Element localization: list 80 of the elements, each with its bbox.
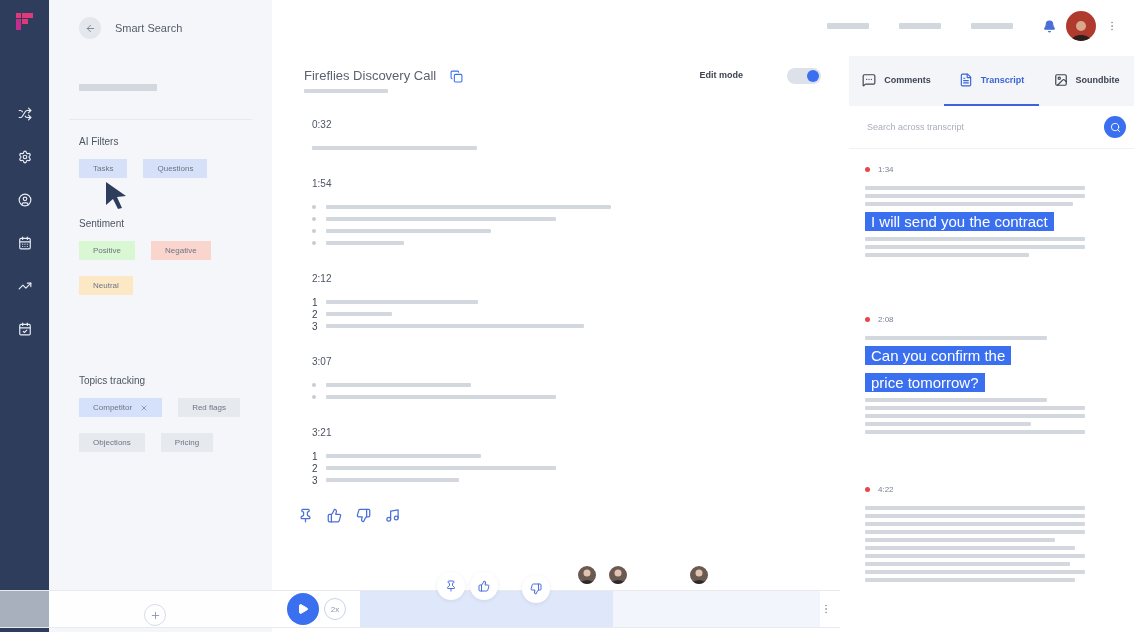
pin-icon (445, 580, 457, 592)
edit-mode-toggle[interactable] (787, 68, 821, 84)
settings-icon[interactable] (17, 149, 32, 164)
bullet-icon (312, 383, 316, 387)
plus-icon (149, 609, 161, 621)
pin-button[interactable] (437, 572, 465, 600)
timestamp: 1:54 (312, 178, 333, 189)
pin-icon[interactable] (298, 508, 313, 523)
bullet-icon (312, 217, 316, 221)
list-number: 1 (312, 296, 316, 308)
document-icon (958, 73, 973, 87)
timestamp: 3:07 (312, 356, 333, 367)
back-arrow-icon (84, 22, 96, 34)
back-button[interactable] (79, 17, 101, 39)
panel-tab[interactable]: Comments (849, 56, 944, 106)
chat-icon (862, 73, 877, 87)
section-title: AI Filters (79, 136, 120, 147)
bullet-icon (312, 395, 316, 399)
edit-mode-label: Edit mode (699, 70, 743, 80)
bullet-icon (312, 241, 316, 245)
bullet-icon (312, 205, 316, 209)
timestamp: 2:12 (312, 273, 333, 284)
thumbs-up-button[interactable] (470, 572, 498, 600)
timestamp: 0:32 (312, 119, 333, 130)
list-number: 3 (312, 320, 316, 332)
list-number: 3 (312, 474, 316, 486)
placeholder-bar (899, 23, 941, 29)
timestamp: 2:08 (878, 315, 894, 324)
play-icon (297, 603, 309, 615)
speed-button[interactable]: 2x (324, 598, 346, 620)
filter-chip[interactable]: Neutral (79, 276, 133, 295)
copy-icon[interactable] (450, 70, 464, 83)
panel-tab[interactable]: Soundbite (1039, 56, 1134, 106)
filter-chip[interactable]: Objections (79, 433, 145, 452)
thumbs-down-button[interactable] (522, 575, 550, 603)
participant-avatar (609, 566, 627, 584)
calendar-icon[interactable] (17, 235, 32, 250)
section-title: Topics tracking (79, 375, 147, 386)
highlighted-text: I will send you the contract (865, 212, 1054, 231)
placeholder-bar (827, 23, 869, 29)
filter-chip[interactable]: Red flags (178, 398, 240, 417)
user-avatar[interactable] (1066, 11, 1096, 41)
logo-icon[interactable] (14, 12, 35, 32)
search-icon (1109, 121, 1121, 133)
timestamp: 1:34 (878, 165, 894, 174)
filter-chip[interactable]: Competitor (79, 398, 163, 417)
play-button[interactable] (287, 593, 319, 625)
placeholder-bar (326, 312, 392, 316)
placeholder-bar (971, 23, 1013, 29)
filter-chip[interactable]: Positive (79, 241, 135, 260)
search-button[interactable] (1104, 116, 1126, 138)
list-number: 2 (312, 308, 316, 320)
list-number: 1 (312, 450, 316, 462)
thumbs-down-icon[interactable] (356, 508, 371, 523)
meeting-title: Fireflies Discovery Call (304, 68, 437, 83)
calendar-check-icon[interactable] (17, 321, 32, 336)
timestamp: 4:22 (878, 485, 894, 494)
music-icon[interactable] (385, 508, 400, 523)
sidebar-strip (0, 591, 49, 627)
shuffle-icon[interactable] (17, 106, 32, 121)
notification-icon[interactable] (1043, 19, 1056, 33)
section-title: Sentiment (79, 218, 126, 229)
panel-title: Smart Search (115, 22, 183, 34)
highlighted-text: price tomorrow? (865, 373, 985, 392)
timestamp: 3:21 (312, 427, 333, 438)
filter-chip[interactable]: Tasks (79, 159, 128, 178)
highlighted-text: Can you confirm the (865, 346, 1012, 365)
participant-avatar (690, 566, 708, 584)
panel-tab[interactable]: Transcript (944, 56, 1039, 106)
participant-avatar (578, 566, 596, 584)
filter-chip[interactable]: Negative (151, 241, 211, 260)
thumbs-up-icon[interactable] (327, 508, 342, 523)
filter-chip[interactable]: Pricing (160, 433, 214, 452)
bullet-icon (312, 229, 316, 233)
list-number: 2 (312, 462, 316, 474)
thumbs-up-icon (478, 580, 490, 592)
picture-frame-icon (1053, 73, 1068, 87)
thumbs-down-icon (530, 583, 542, 595)
filter-chip[interactable]: Questions (143, 159, 208, 178)
user-icon[interactable] (17, 192, 32, 207)
